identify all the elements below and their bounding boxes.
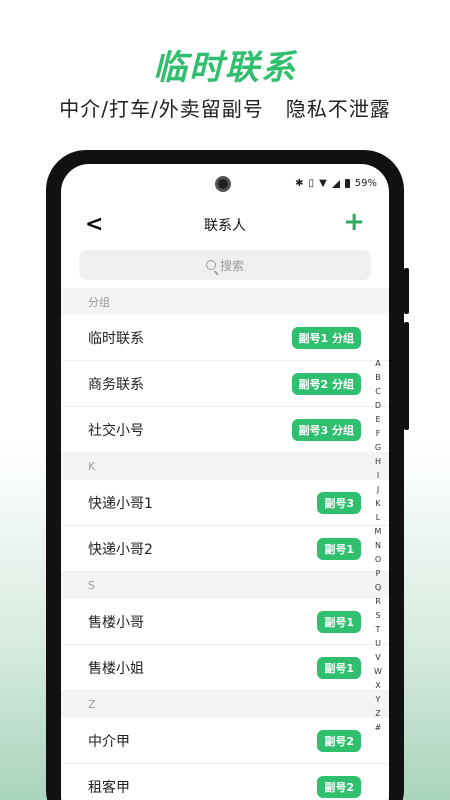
section-header-z: Z	[61, 691, 389, 718]
alphabet-index-letter[interactable]: L	[376, 511, 380, 525]
signal-icon	[331, 179, 340, 188]
number-tag: 副号2	[317, 775, 361, 798]
status-bar: ✱ ▯ ▼ 59%	[61, 164, 389, 204]
alphabet-index-letter[interactable]: C	[375, 385, 381, 399]
alphabet-index-letter[interactable]: N	[375, 539, 381, 553]
phone-frame: ✱ ▯ ▼ 59% < 联系人 + 搜索 分组 临时联系 副号1 分组 商务联系…	[46, 150, 409, 800]
alphabet-index-letter[interactable]: K	[375, 497, 380, 511]
list-item[interactable]: 快递小哥2 副号1	[61, 526, 389, 572]
promo-subtitle: 中介/打车/外卖留副号 隐私不泄露	[59, 97, 391, 121]
list-item[interactable]: 社交小号 副号3 分组	[61, 407, 389, 453]
alphabet-index-letter[interactable]: Z	[375, 707, 380, 721]
alphabet-index-letter[interactable]: F	[376, 427, 381, 441]
alphabet-index[interactable]: A B C D E F G H I J K L M N O P Q R S T U V W X Y Z #	[373, 357, 383, 735]
alphabet-index-letter[interactable]: D	[375, 399, 381, 413]
camera-icon	[215, 176, 231, 192]
alphabet-index-letter[interactable]: T	[376, 623, 381, 637]
phone-side-button-upper	[404, 268, 409, 314]
add-contact-icon[interactable]: +	[343, 207, 365, 237]
alphabet-index-letter[interactable]: B	[375, 371, 381, 385]
page-title: 联系人	[204, 218, 246, 234]
contact-name: 快递小哥2	[88, 541, 153, 558]
contact-name: 中介甲	[88, 733, 130, 750]
list-item[interactable]: 快递小哥1 副号3	[61, 480, 389, 526]
search-icon	[205, 260, 216, 270]
contact-name: 临时联系	[88, 330, 144, 347]
list-item[interactable]: 商务联系 副号2 分组	[61, 361, 389, 407]
alphabet-index-letter[interactable]: W	[374, 665, 382, 679]
alphabet-index-letter[interactable]: R	[375, 595, 381, 609]
search-input[interactable]: 搜索	[79, 250, 371, 280]
alphabet-index-letter[interactable]: S	[375, 609, 380, 623]
section-header-group: 分组	[61, 288, 389, 315]
section-header-k: K	[61, 453, 389, 480]
alphabet-index-letter[interactable]: P	[376, 567, 381, 581]
nav-bar: < 联系人 +	[61, 204, 389, 244]
alphabet-index-letter[interactable]: #	[375, 721, 382, 735]
alphabet-index-letter[interactable]: M	[375, 525, 382, 539]
number-tag: 副号1	[317, 610, 361, 633]
list-item[interactable]: 售楼小姐 副号1	[61, 645, 389, 691]
number-tag: 副号1	[317, 537, 361, 560]
alphabet-index-letter[interactable]: A	[375, 357, 380, 371]
alphabet-index-letter[interactable]: O	[375, 553, 381, 567]
alphabet-index-letter[interactable]: Q	[375, 581, 381, 595]
number-tag: 副号2 分组	[291, 372, 361, 395]
battery-icon	[344, 179, 350, 188]
contact-list: 分组 临时联系 副号1 分组 商务联系 副号2 分组 社交小号 副号3 分组 K…	[61, 288, 389, 800]
contact-name: 社交小号	[88, 422, 144, 439]
list-item[interactable]: 租客甲 副号2	[61, 764, 389, 800]
alphabet-index-letter[interactable]: U	[375, 637, 381, 651]
status-icons: ✱ ▯ ▼ 59%	[295, 178, 377, 189]
number-tag: 副号2	[317, 729, 361, 752]
contact-name: 租客甲	[88, 779, 130, 796]
phone-screen: ✱ ▯ ▼ 59% < 联系人 + 搜索 分组 临时联系 副号1 分组 商务联系…	[61, 164, 389, 800]
promo-title: 临时联系	[153, 48, 297, 88]
phone-side-button-lower	[404, 322, 409, 430]
alphabet-index-letter[interactable]: X	[375, 679, 380, 693]
search-placeholder: 搜索	[219, 258, 244, 273]
alphabet-index-letter[interactable]: J	[377, 483, 379, 497]
list-item[interactable]: 中介甲 副号2	[61, 718, 389, 764]
section-header-s: S	[61, 572, 389, 599]
number-tag: 副号3 分组	[291, 418, 361, 441]
alphabet-index-letter[interactable]: E	[375, 413, 380, 427]
contact-name: 快递小哥1	[88, 495, 153, 512]
contact-name: 售楼小哥	[88, 614, 144, 631]
contact-name: 商务联系	[88, 376, 144, 393]
bluetooth-icon: ✱	[295, 178, 304, 189]
contact-name: 售楼小姐	[88, 660, 144, 677]
list-item[interactable]: 售楼小哥 副号1	[61, 599, 389, 645]
number-tag: 副号1	[317, 656, 361, 679]
alphabet-index-letter[interactable]: G	[375, 441, 381, 455]
number-tag: 副号1 分组	[291, 326, 361, 349]
alphabet-index-letter[interactable]: I	[377, 469, 379, 483]
number-tag: 副号3	[317, 491, 361, 514]
wifi-icon: ▼	[319, 178, 327, 189]
list-item[interactable]: 临时联系 副号1 分组	[61, 315, 389, 361]
vibrate-icon: ▯	[308, 178, 315, 189]
alphabet-index-letter[interactable]: H	[375, 455, 381, 469]
battery-percent: 59%	[354, 178, 377, 189]
alphabet-index-letter[interactable]: V	[375, 651, 380, 665]
alphabet-index-letter[interactable]: Y	[376, 693, 381, 707]
